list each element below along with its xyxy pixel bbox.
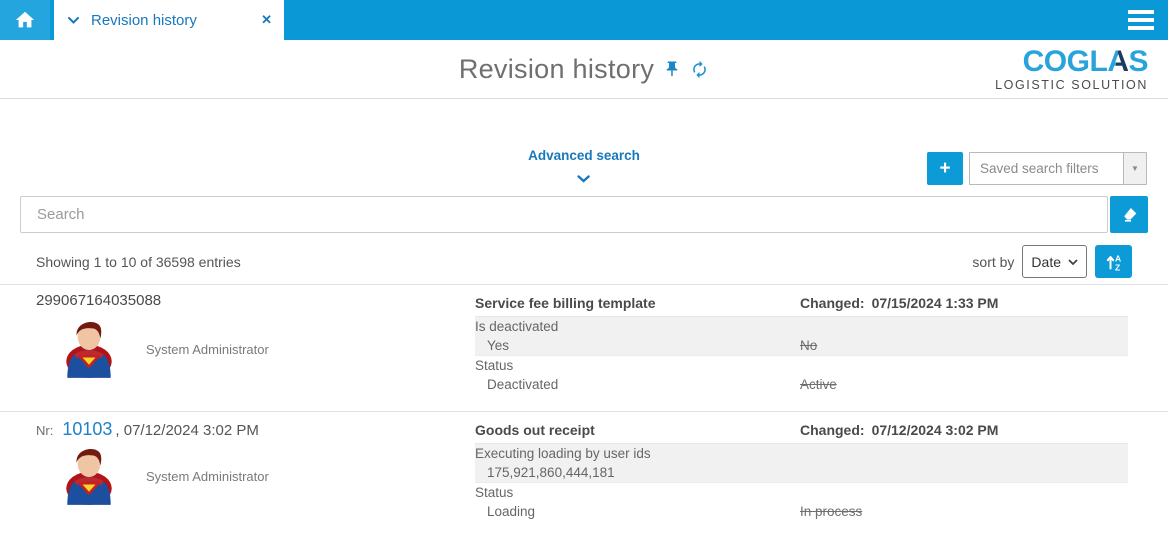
tab-label: Revision history xyxy=(91,12,197,29)
entry-nr-label: Nr: xyxy=(36,423,53,438)
chevron-down-icon xyxy=(1068,259,1078,265)
entry-left-column: Nr: 10103 , 07/12/2024 3:02 PM System Ad… xyxy=(36,419,475,521)
sort-direction-button[interactable]: A Z xyxy=(1095,245,1132,278)
change-group: Executing loading by user ids 175,921,86… xyxy=(475,443,1128,483)
home-icon xyxy=(14,9,36,31)
user-avatar xyxy=(60,445,118,507)
refresh-icon[interactable] xyxy=(690,60,709,79)
change-new-value: Yes xyxy=(475,336,800,355)
advanced-search-label: Advanced search xyxy=(528,148,640,163)
titlebar: Revision history COGLAS LOGISTIC SOLUTIO… xyxy=(0,40,1168,99)
saved-filters-group: + Saved search filters ▼ xyxy=(927,152,1147,185)
change-old-value: In process xyxy=(800,502,1128,521)
topbar: Revision history ✕ xyxy=(0,0,1168,40)
clear-search-button[interactable] xyxy=(1110,196,1148,233)
sort-group: sort by Date A Z xyxy=(972,245,1132,278)
change-new-value: Deactivated xyxy=(475,375,800,394)
chevron-down-icon xyxy=(578,170,591,188)
entry-number-link[interactable]: 10103 xyxy=(62,419,112,440)
revision-entry[interactable]: Nr: 10103 , 07/12/2024 3:02 PM System Ad… xyxy=(0,411,1168,538)
page-title: Revision history xyxy=(459,54,654,85)
svg-text:Z: Z xyxy=(1115,262,1120,272)
entry-changed: Changed:07/12/2024 3:02 PM xyxy=(800,422,1128,438)
change-group: Status Loading In process xyxy=(475,483,1128,521)
entry-main-column: Goods out receipt Changed:07/12/2024 3:0… xyxy=(475,419,1128,521)
entries-summary: Showing 1 to 10 of 36598 entries xyxy=(36,254,241,270)
add-filter-button[interactable]: + xyxy=(927,152,963,185)
change-field: Status xyxy=(475,356,1128,375)
entry-left-column: 299067164035088 System Administrator xyxy=(36,292,475,394)
home-button[interactable] xyxy=(0,0,50,40)
change-old-value: No xyxy=(800,336,1128,355)
entry-main-column: Service fee billing template Changed:07/… xyxy=(475,292,1128,394)
coglas-logo: COGLAS LOGISTIC SOLUTION xyxy=(995,47,1148,92)
entry-date: , 07/12/2024 3:02 PM xyxy=(115,422,258,439)
chevron-down-icon[interactable] xyxy=(68,17,79,24)
change-old-value: Active xyxy=(800,375,1128,394)
saved-filters-placeholder: Saved search filters xyxy=(970,161,1123,176)
menu-button[interactable] xyxy=(1128,6,1154,34)
entry-title: Service fee billing template xyxy=(475,295,800,311)
saved-filters-select[interactable]: Saved search filters ▼ xyxy=(969,152,1147,185)
pin-icon[interactable] xyxy=(663,60,681,78)
entry-id: 299067164035088 xyxy=(36,292,161,309)
entry-user-name: System Administrator xyxy=(146,469,269,484)
change-new-value: 175,921,860,444,181 xyxy=(475,463,800,482)
sort-by-label: sort by xyxy=(972,254,1014,270)
entry-title: Goods out receipt xyxy=(475,422,800,438)
search-row xyxy=(20,196,1148,233)
sort-select[interactable]: Date xyxy=(1022,245,1087,278)
entry-changed: Changed:07/15/2024 1:33 PM xyxy=(800,295,1128,311)
change-field: Executing loading by user ids xyxy=(475,444,1128,463)
advanced-search-link[interactable]: Advanced search xyxy=(528,148,640,188)
change-group: Is deactivated Yes No xyxy=(475,316,1128,356)
change-group: Status Deactivated Active xyxy=(475,356,1128,394)
change-old-value xyxy=(800,463,1128,482)
sort-alpha-asc-icon: A Z xyxy=(1104,252,1124,272)
caret-down-icon[interactable]: ▼ xyxy=(1123,153,1146,184)
hamburger-icon xyxy=(1128,10,1154,14)
toolbar-row: Advanced search + Saved search filters ▼ xyxy=(0,148,1168,188)
eraser-icon xyxy=(1120,205,1139,224)
revision-entries-list: 299067164035088 System Administrator xyxy=(0,284,1168,538)
revision-entry[interactable]: 299067164035088 System Administrator xyxy=(0,285,1168,411)
close-icon[interactable]: ✕ xyxy=(261,12,272,28)
logo-subtitle: LOGISTIC SOLUTION xyxy=(995,78,1148,92)
user-avatar xyxy=(60,318,118,380)
change-field: Is deactivated xyxy=(475,317,1128,336)
change-new-value: Loading xyxy=(475,502,800,521)
change-field: Status xyxy=(475,483,1128,502)
logo-wordmark: COGLAS xyxy=(995,47,1148,77)
search-input[interactable] xyxy=(20,196,1108,233)
tab-revision-history[interactable]: Revision history ✕ xyxy=(54,0,284,40)
info-row: Showing 1 to 10 of 36598 entries sort by… xyxy=(36,245,1132,278)
entry-user-name: System Administrator xyxy=(146,342,269,357)
sort-selected-value: Date xyxy=(1031,254,1061,270)
